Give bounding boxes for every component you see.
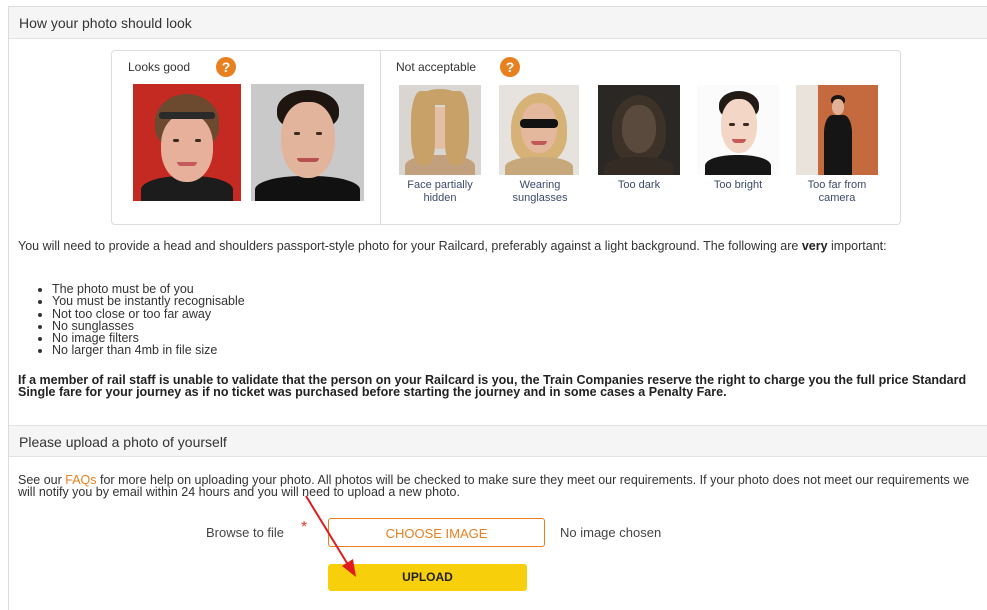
bad-example-photo-sunglasses [499, 85, 579, 175]
photo-requirements-intro: You will need to provide a head and shou… [18, 239, 887, 253]
section-title: Please upload a photo of yourself [19, 434, 227, 450]
browse-to-file-label: Browse to file [206, 525, 285, 540]
upload-button[interactable]: UPLOAD [328, 564, 527, 591]
caption-face-hidden: Face partially hidden [407, 179, 473, 204]
bad-example-photo-face-hidden [399, 85, 481, 175]
photo-examples-panel: Looks good ? Not acceptable ? Face parti… [111, 50, 901, 225]
good-example-photo-man [251, 84, 364, 201]
looks-good-label: Looks good [128, 60, 191, 74]
question-circle-icon[interactable]: ? [500, 57, 520, 77]
required-asterisk: * [301, 519, 308, 536]
list-item: No larger than 4mb in file size [52, 344, 245, 357]
penalty-warning: If a member of rail staff is unable to v… [18, 373, 967, 399]
section-header-photo-guidance: How your photo should look [9, 7, 987, 39]
section-title: How your photo should look [19, 15, 192, 31]
caption-too-far: Too far from camera [807, 179, 867, 204]
bad-example-photo-too-dark [598, 85, 680, 175]
file-status-text: No image chosen [560, 525, 662, 540]
bad-example-photo-too-bright [697, 85, 779, 175]
caption-too-dark: Too dark [617, 179, 661, 191]
list-item: You must be instantly recognisable [52, 295, 245, 308]
intro-emphasis: very [801, 239, 828, 253]
requirements-list: The photo must be of you You must be ins… [18, 283, 245, 357]
caption-sunglasses: Wearing sunglasses [512, 179, 568, 204]
panel-divider [380, 51, 381, 224]
good-example-photo-woman [133, 84, 241, 201]
upload-intro-text: See our FAQs for more help on uploading … [18, 473, 970, 499]
bad-example-photo-too-far [796, 85, 878, 175]
section-header-upload: Please upload a photo of yourself [9, 425, 987, 457]
caption-too-bright: Too bright [713, 179, 763, 191]
not-acceptable-label: Not acceptable [396, 60, 477, 74]
question-circle-icon[interactable]: ? [216, 57, 236, 77]
choose-image-button[interactable]: CHOOSE IMAGE [328, 518, 545, 547]
